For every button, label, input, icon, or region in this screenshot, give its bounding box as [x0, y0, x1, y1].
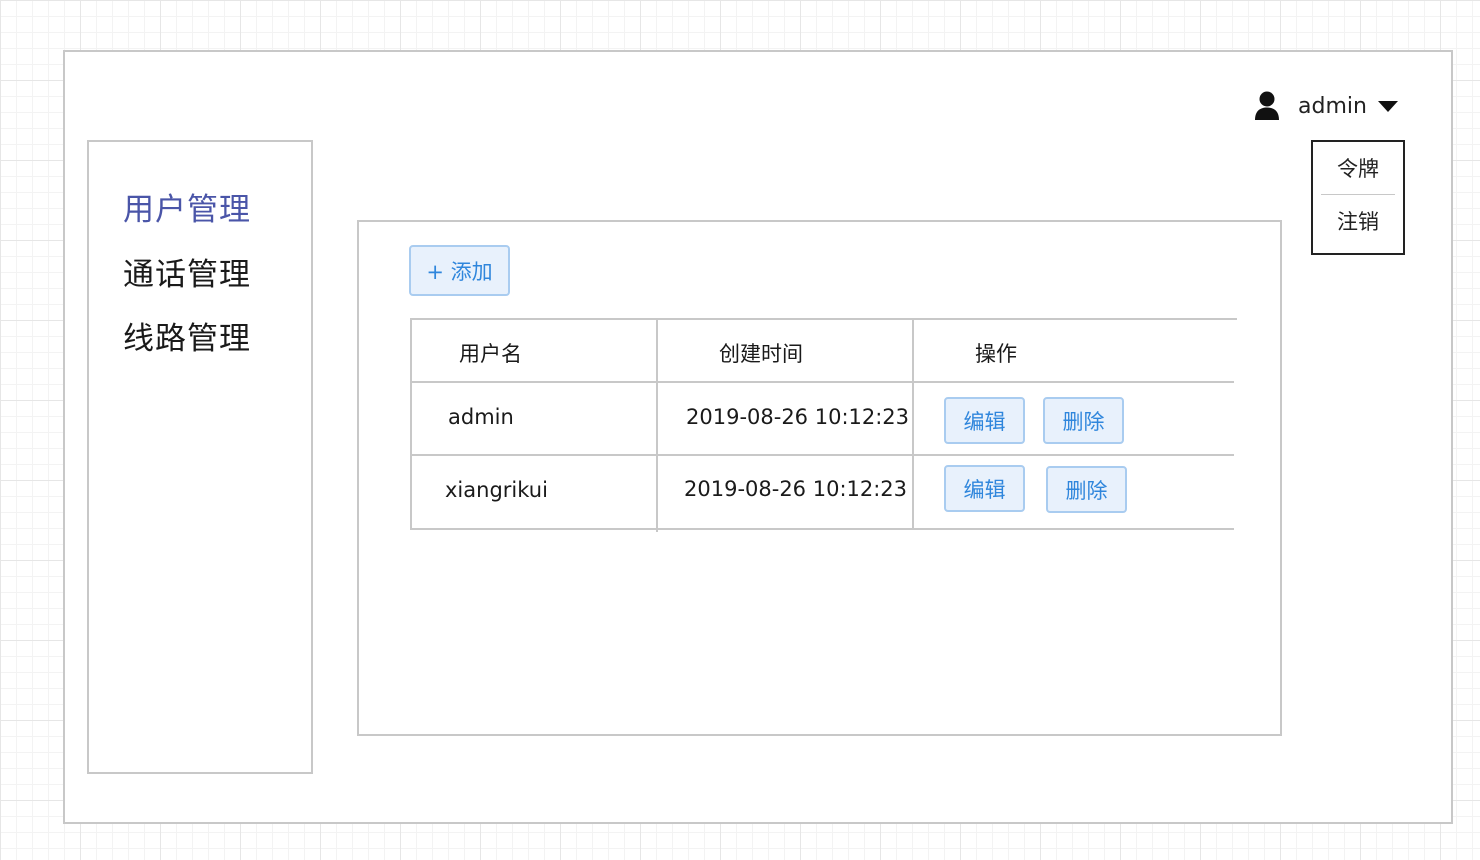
main-content-panel: + 添加 用户名 创建时间 操作 admin 2019-08-26 10:12:… [357, 220, 1282, 736]
table-header-divider [410, 381, 1234, 383]
cell-created-time: 2019-08-26 10:12:23 [684, 477, 908, 501]
column-header-actions: 操作 [975, 342, 1017, 366]
sidebar-item-call-management[interactable]: 通话管理 [123, 249, 251, 294]
table-border-top [410, 318, 1237, 320]
column-header-username: 用户名 [459, 342, 522, 366]
table-border-left [410, 318, 412, 530]
cell-username: admin [448, 405, 514, 429]
sidebar-item-user-management[interactable]: 用户管理 [123, 184, 251, 229]
edit-button[interactable]: 编辑 [944, 465, 1025, 512]
user-icon [1255, 91, 1279, 120]
table-col-divider [656, 318, 658, 532]
table-border-bottom [410, 528, 1234, 530]
caret-down-icon[interactable] [1377, 99, 1399, 113]
user-menu-trigger[interactable]: admin [1254, 88, 1399, 124]
user-dropdown-menu: 令牌 注销 [1311, 140, 1405, 255]
table-row-divider [410, 454, 1234, 456]
delete-button[interactable]: 删除 [1046, 466, 1127, 513]
column-header-created-time: 创建时间 [719, 342, 803, 366]
sidebar: 用户管理 通话管理 线路管理 [87, 140, 313, 774]
menu-item-token[interactable]: 令牌 [1313, 142, 1403, 194]
sidebar-item-line-management[interactable]: 线路管理 [123, 313, 251, 358]
cell-created-time: 2019-08-26 10:12:23 [686, 405, 910, 429]
user-name: admin [1298, 93, 1367, 119]
delete-button[interactable]: 删除 [1043, 397, 1124, 444]
table-col-divider [912, 318, 914, 530]
menu-item-logout[interactable]: 注销 [1313, 195, 1403, 247]
cell-username: xiangrikui [445, 478, 548, 502]
add-button[interactable]: + 添加 [409, 245, 510, 296]
edit-button[interactable]: 编辑 [944, 397, 1025, 444]
